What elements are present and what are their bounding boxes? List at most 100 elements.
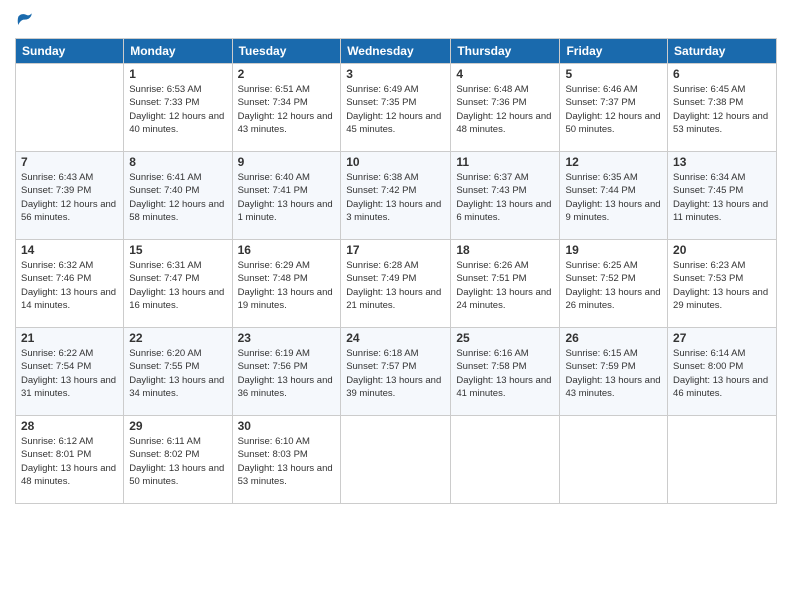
- calendar-cell: 30 Sunrise: 6:10 AM Sunset: 8:03 PM Dayl…: [232, 416, 341, 504]
- weekday-header-row: SundayMondayTuesdayWednesdayThursdayFrid…: [16, 39, 777, 64]
- day-info: Sunrise: 6:49 AM Sunset: 7:35 PM Dayligh…: [346, 83, 445, 136]
- calendar-cell: 26 Sunrise: 6:15 AM Sunset: 7:59 PM Dayl…: [560, 328, 668, 416]
- sunset-text: Sunset: 7:57 PM: [346, 360, 445, 373]
- calendar-cell: 20 Sunrise: 6:23 AM Sunset: 7:53 PM Dayl…: [668, 240, 777, 328]
- calendar-cell: 5 Sunrise: 6:46 AM Sunset: 7:37 PM Dayli…: [560, 64, 668, 152]
- daylight-text: Daylight: 12 hours and 53 minutes.: [673, 110, 771, 137]
- sunrise-text: Sunrise: 6:49 AM: [346, 83, 445, 96]
- calendar-cell: 24 Sunrise: 6:18 AM Sunset: 7:57 PM Dayl…: [341, 328, 451, 416]
- day-number: 17: [346, 243, 445, 257]
- sunset-text: Sunset: 7:58 PM: [456, 360, 554, 373]
- calendar-cell: 22 Sunrise: 6:20 AM Sunset: 7:55 PM Dayl…: [124, 328, 232, 416]
- daylight-text: Daylight: 13 hours and 6 minutes.: [456, 198, 554, 225]
- sunset-text: Sunset: 7:59 PM: [565, 360, 662, 373]
- calendar-cell: [560, 416, 668, 504]
- day-number: 25: [456, 331, 554, 345]
- daylight-text: Daylight: 12 hours and 50 minutes.: [565, 110, 662, 137]
- sunset-text: Sunset: 7:39 PM: [21, 184, 118, 197]
- sunrise-text: Sunrise: 6:31 AM: [129, 259, 226, 272]
- sunrise-text: Sunrise: 6:40 AM: [238, 171, 336, 184]
- daylight-text: Daylight: 13 hours and 46 minutes.: [673, 374, 771, 401]
- day-number: 19: [565, 243, 662, 257]
- daylight-text: Daylight: 13 hours and 19 minutes.: [238, 286, 336, 313]
- day-number: 5: [565, 67, 662, 81]
- calendar-table: SundayMondayTuesdayWednesdayThursdayFrid…: [15, 38, 777, 504]
- sunset-text: Sunset: 7:49 PM: [346, 272, 445, 285]
- calendar-cell: 16 Sunrise: 6:29 AM Sunset: 7:48 PM Dayl…: [232, 240, 341, 328]
- day-info: Sunrise: 6:22 AM Sunset: 7:54 PM Dayligh…: [21, 347, 118, 400]
- daylight-text: Daylight: 12 hours and 56 minutes.: [21, 198, 118, 225]
- logo-bird-icon: [15, 10, 35, 30]
- day-number: 24: [346, 331, 445, 345]
- sunset-text: Sunset: 7:56 PM: [238, 360, 336, 373]
- day-number: 26: [565, 331, 662, 345]
- calendar-cell: 21 Sunrise: 6:22 AM Sunset: 7:54 PM Dayl…: [16, 328, 124, 416]
- daylight-text: Daylight: 13 hours and 3 minutes.: [346, 198, 445, 225]
- day-number: 21: [21, 331, 118, 345]
- sunrise-text: Sunrise: 6:46 AM: [565, 83, 662, 96]
- day-number: 11: [456, 155, 554, 169]
- sunrise-text: Sunrise: 6:51 AM: [238, 83, 336, 96]
- daylight-text: Daylight: 13 hours and 31 minutes.: [21, 374, 118, 401]
- sunrise-text: Sunrise: 6:38 AM: [346, 171, 445, 184]
- calendar-cell: 27 Sunrise: 6:14 AM Sunset: 8:00 PM Dayl…: [668, 328, 777, 416]
- day-info: Sunrise: 6:28 AM Sunset: 7:49 PM Dayligh…: [346, 259, 445, 312]
- day-info: Sunrise: 6:19 AM Sunset: 7:56 PM Dayligh…: [238, 347, 336, 400]
- day-info: Sunrise: 6:15 AM Sunset: 7:59 PM Dayligh…: [565, 347, 662, 400]
- week-row-4: 21 Sunrise: 6:22 AM Sunset: 7:54 PM Dayl…: [16, 328, 777, 416]
- day-number: 14: [21, 243, 118, 257]
- day-info: Sunrise: 6:12 AM Sunset: 8:01 PM Dayligh…: [21, 435, 118, 488]
- day-number: 6: [673, 67, 771, 81]
- day-info: Sunrise: 6:32 AM Sunset: 7:46 PM Dayligh…: [21, 259, 118, 312]
- sunset-text: Sunset: 7:45 PM: [673, 184, 771, 197]
- day-info: Sunrise: 6:41 AM Sunset: 7:40 PM Dayligh…: [129, 171, 226, 224]
- day-info: Sunrise: 6:43 AM Sunset: 7:39 PM Dayligh…: [21, 171, 118, 224]
- sunset-text: Sunset: 7:42 PM: [346, 184, 445, 197]
- daylight-text: Daylight: 13 hours and 48 minutes.: [21, 462, 118, 489]
- day-number: 4: [456, 67, 554, 81]
- sunrise-text: Sunrise: 6:10 AM: [238, 435, 336, 448]
- daylight-text: Daylight: 13 hours and 1 minute.: [238, 198, 336, 225]
- weekday-header-friday: Friday: [560, 39, 668, 64]
- calendar-cell: 7 Sunrise: 6:43 AM Sunset: 7:39 PM Dayli…: [16, 152, 124, 240]
- day-number: 28: [21, 419, 118, 433]
- sunrise-text: Sunrise: 6:34 AM: [673, 171, 771, 184]
- calendar-cell: 10 Sunrise: 6:38 AM Sunset: 7:42 PM Dayl…: [341, 152, 451, 240]
- sunset-text: Sunset: 7:53 PM: [673, 272, 771, 285]
- calendar-cell: 29 Sunrise: 6:11 AM Sunset: 8:02 PM Dayl…: [124, 416, 232, 504]
- day-number: 27: [673, 331, 771, 345]
- sunset-text: Sunset: 7:55 PM: [129, 360, 226, 373]
- daylight-text: Daylight: 12 hours and 45 minutes.: [346, 110, 445, 137]
- day-number: 3: [346, 67, 445, 81]
- sunrise-text: Sunrise: 6:37 AM: [456, 171, 554, 184]
- daylight-text: Daylight: 13 hours and 53 minutes.: [238, 462, 336, 489]
- sunrise-text: Sunrise: 6:11 AM: [129, 435, 226, 448]
- calendar-cell: [451, 416, 560, 504]
- weekday-header-monday: Monday: [124, 39, 232, 64]
- day-info: Sunrise: 6:20 AM Sunset: 7:55 PM Dayligh…: [129, 347, 226, 400]
- daylight-text: Daylight: 13 hours and 29 minutes.: [673, 286, 771, 313]
- weekday-header-thursday: Thursday: [451, 39, 560, 64]
- calendar-cell: 6 Sunrise: 6:45 AM Sunset: 7:38 PM Dayli…: [668, 64, 777, 152]
- sunrise-text: Sunrise: 6:43 AM: [21, 171, 118, 184]
- sunset-text: Sunset: 7:37 PM: [565, 96, 662, 109]
- calendar-cell: 4 Sunrise: 6:48 AM Sunset: 7:36 PM Dayli…: [451, 64, 560, 152]
- day-info: Sunrise: 6:53 AM Sunset: 7:33 PM Dayligh…: [129, 83, 226, 136]
- sunset-text: Sunset: 8:02 PM: [129, 448, 226, 461]
- calendar-cell: 9 Sunrise: 6:40 AM Sunset: 7:41 PM Dayli…: [232, 152, 341, 240]
- sunset-text: Sunset: 8:03 PM: [238, 448, 336, 461]
- sunset-text: Sunset: 7:47 PM: [129, 272, 226, 285]
- daylight-text: Daylight: 12 hours and 43 minutes.: [238, 110, 336, 137]
- sunset-text: Sunset: 8:00 PM: [673, 360, 771, 373]
- daylight-text: Daylight: 13 hours and 24 minutes.: [456, 286, 554, 313]
- calendar-cell: 14 Sunrise: 6:32 AM Sunset: 7:46 PM Dayl…: [16, 240, 124, 328]
- daylight-text: Daylight: 13 hours and 26 minutes.: [565, 286, 662, 313]
- daylight-text: Daylight: 13 hours and 36 minutes.: [238, 374, 336, 401]
- sunrise-text: Sunrise: 6:28 AM: [346, 259, 445, 272]
- week-row-1: 1 Sunrise: 6:53 AM Sunset: 7:33 PM Dayli…: [16, 64, 777, 152]
- week-row-5: 28 Sunrise: 6:12 AM Sunset: 8:01 PM Dayl…: [16, 416, 777, 504]
- daylight-text: Daylight: 13 hours and 14 minutes.: [21, 286, 118, 313]
- sunset-text: Sunset: 8:01 PM: [21, 448, 118, 461]
- sunrise-text: Sunrise: 6:23 AM: [673, 259, 771, 272]
- day-info: Sunrise: 6:45 AM Sunset: 7:38 PM Dayligh…: [673, 83, 771, 136]
